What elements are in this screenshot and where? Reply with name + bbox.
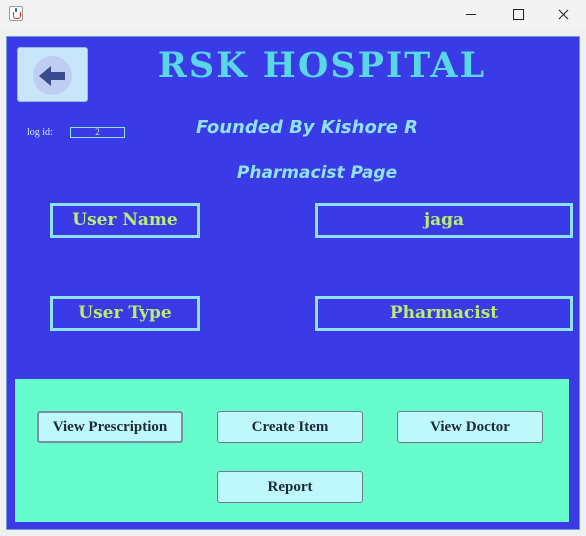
maximize-icon[interactable] (494, 0, 540, 30)
main-panel: RSK HOSPITAL Founded By Kishore R Pharma… (6, 36, 580, 530)
user-type-value: Pharmacist (315, 296, 573, 331)
user-name-label: User Name (50, 203, 200, 238)
back-button[interactable] (17, 47, 88, 102)
view-prescription-button[interactable]: View Prescription (37, 411, 183, 443)
page-subtitle: Pharmacist Page (236, 163, 398, 183)
log-id-value: 2 (70, 127, 125, 138)
create-item-button[interactable]: Create Item (217, 411, 363, 443)
founder-caption: Founded By Kishore R (195, 117, 419, 138)
title-bar (0, 0, 586, 30)
view-doctor-button[interactable]: View Doctor (397, 411, 543, 443)
java-icon (9, 6, 23, 21)
close-icon[interactable] (540, 0, 586, 30)
user-name-value: jaga (315, 203, 573, 238)
arrow-left-icon (33, 56, 72, 95)
user-type-label: User Type (50, 296, 200, 331)
minimize-icon[interactable] (448, 0, 494, 30)
action-panel: View Prescription Create Item View Docto… (15, 379, 569, 522)
page-title: RSK HOSPITAL (157, 45, 487, 86)
report-button[interactable]: Report (217, 471, 363, 503)
log-id-label: log id: (27, 127, 53, 138)
